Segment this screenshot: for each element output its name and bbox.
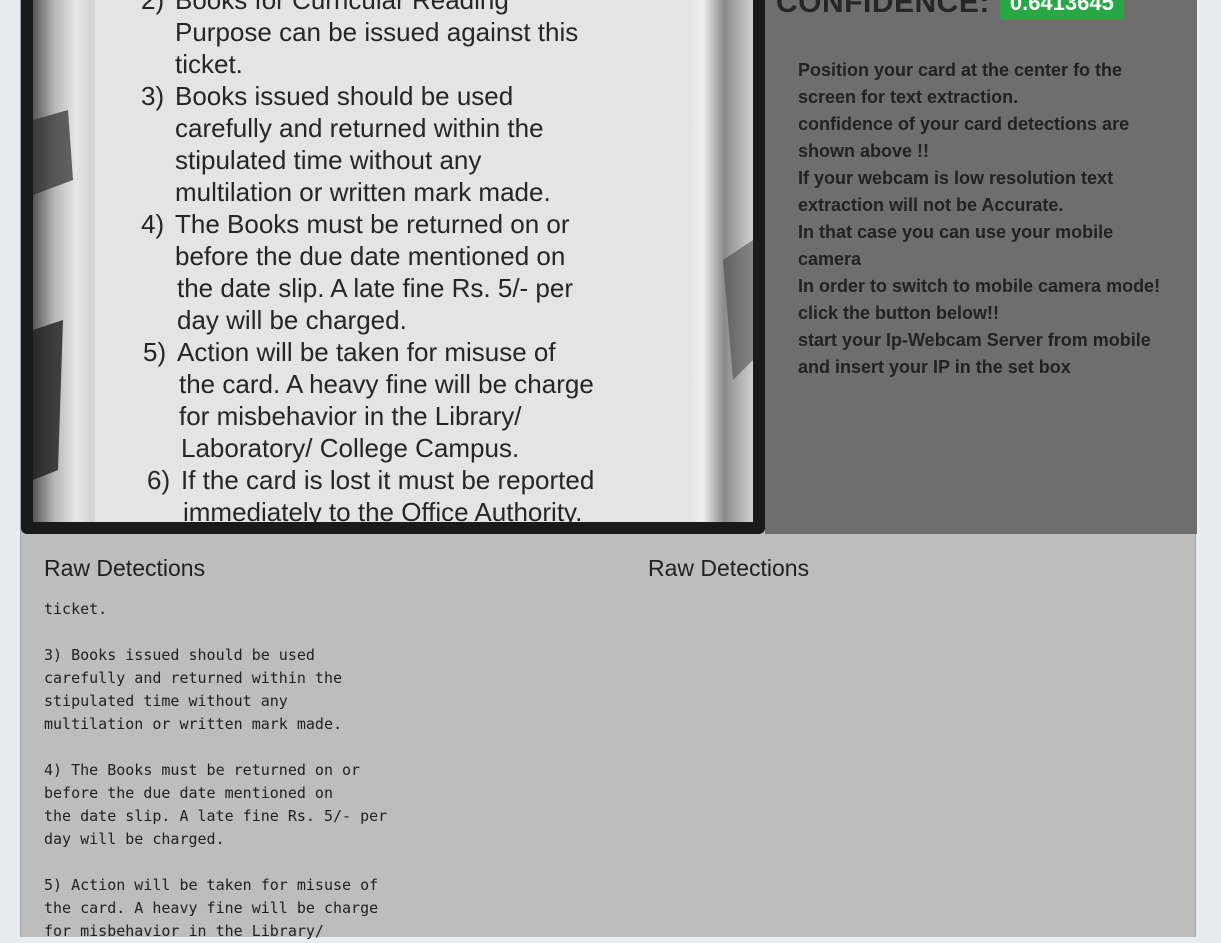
detections-row: Raw Detections ticket. 3) Books issued s… bbox=[21, 534, 1197, 940]
raw-detections-title: Raw Detections bbox=[44, 555, 206, 581]
card-text-content: day will be charged. bbox=[177, 305, 407, 335]
instruction-line: In order to switch to mobile camera mode… bbox=[798, 276, 1161, 323]
card-text-line: for misbehavior in the Library/ bbox=[33, 400, 753, 432]
card-text-content: The Books must be returned on or bbox=[175, 209, 570, 239]
card-text-line: 4) The Books must be returned on or bbox=[33, 208, 753, 240]
card-text-content: immediately to the Office Authority. bbox=[183, 497, 583, 522]
card-text-content: carefully and returned within the bbox=[175, 113, 544, 143]
info-panel: CONFIDENCE: 0.6413645 Position your card… bbox=[765, 0, 1197, 534]
card-text-line: day will be charged. bbox=[33, 304, 753, 336]
card-text-line: stipulated time without any bbox=[33, 144, 753, 176]
card-text-content: stipulated time without any bbox=[175, 145, 482, 175]
card-text-number: 5) bbox=[143, 337, 167, 367]
instruction-line: If your webcam is low resolution text ex… bbox=[798, 168, 1114, 215]
instruction-line: start your Ip-Webcam Server from mobile … bbox=[798, 330, 1151, 377]
card-text-line: Laboratory/ College Campus. bbox=[33, 432, 753, 464]
card-text-line: 2) Books for Curricular Reading bbox=[33, 0, 753, 16]
confidence-display: CONFIDENCE: 0.6413645 bbox=[776, 0, 1124, 20]
webcam-card-text: 2) Books for Curricular Reading Purpose ca… bbox=[33, 0, 753, 522]
card-text-line: the date slip. A late fine Rs. 5/- per bbox=[33, 272, 753, 304]
card-text-content: multilation or written mark made. bbox=[175, 177, 551, 207]
card-text-line: Purpose can be issued against this bbox=[33, 16, 753, 48]
instruction-line: confidence of your card detections are s… bbox=[798, 114, 1130, 161]
raw-detections-text: ticket. 3) Books issued should be used c… bbox=[44, 600, 388, 940]
card-text-content: Books for Curricular Reading bbox=[175, 0, 509, 15]
card-text-line: immediately to the Office Authority. bbox=[33, 496, 753, 522]
card-text-number: 3) bbox=[141, 81, 165, 111]
card-text-line: carefully and returned within the bbox=[33, 112, 753, 144]
top-row: 2) Books for Curricular Reading Purpose ca… bbox=[21, 0, 1197, 534]
webcam-container: 2) Books for Curricular Reading Purpose ca… bbox=[21, 0, 765, 534]
card-text-content: If the card is lost it must be reported bbox=[181, 465, 595, 495]
raw-detections-title: Raw Detections bbox=[648, 555, 810, 581]
card-text-content: ticket. bbox=[175, 49, 243, 79]
card-text-line: multilation or written mark made. bbox=[33, 176, 753, 208]
card-text-line: 3) Books issued should be used bbox=[33, 80, 753, 112]
card-text-content: for misbehavior in the Library/ bbox=[179, 401, 522, 431]
instruction-line: Position your card at the center fo the … bbox=[798, 60, 1123, 107]
card-text-content: Action will be taken for misuse of bbox=[177, 337, 556, 367]
card-text-content: the card. A heavy fine will be charge bbox=[179, 369, 594, 399]
card-text-content: before the due date mentioned on bbox=[175, 241, 566, 271]
card-text-content: the date slip. A late fine Rs. 5/- per bbox=[177, 273, 574, 303]
instructions-text: Position your card at the center fo the … bbox=[798, 57, 1168, 381]
webcam-feed: 2) Books for Curricular Reading Purpose ca… bbox=[33, 0, 753, 522]
card-text-content: Purpose can be issued against this bbox=[175, 17, 579, 47]
confidence-label: CONFIDENCE: bbox=[776, 0, 990, 19]
app-frame: 2) Books for Curricular Reading Purpose ca… bbox=[20, 0, 1197, 940]
card-text-line: before the due date mentioned on bbox=[33, 240, 753, 272]
card-text-line: ticket. bbox=[33, 48, 753, 80]
card-text-line: 6) If the card is lost it must be reporte… bbox=[33, 464, 753, 496]
card-text-content: Laboratory/ College Campus. bbox=[181, 433, 520, 463]
confidence-badge: 0.6413645 bbox=[999, 0, 1124, 20]
card-text-number: 2) bbox=[141, 0, 165, 15]
card-text-number: 4) bbox=[141, 209, 165, 239]
card-text-content: Books issued should be used bbox=[175, 81, 514, 111]
card-text-line: the card. A heavy fine will be charge bbox=[33, 368, 753, 400]
card-text-line: 5) Action will be taken for misuse of bbox=[33, 336, 753, 368]
card-text-number: 6) bbox=[147, 465, 171, 495]
instruction-line: In that case you can use your mobile cam… bbox=[798, 222, 1114, 269]
